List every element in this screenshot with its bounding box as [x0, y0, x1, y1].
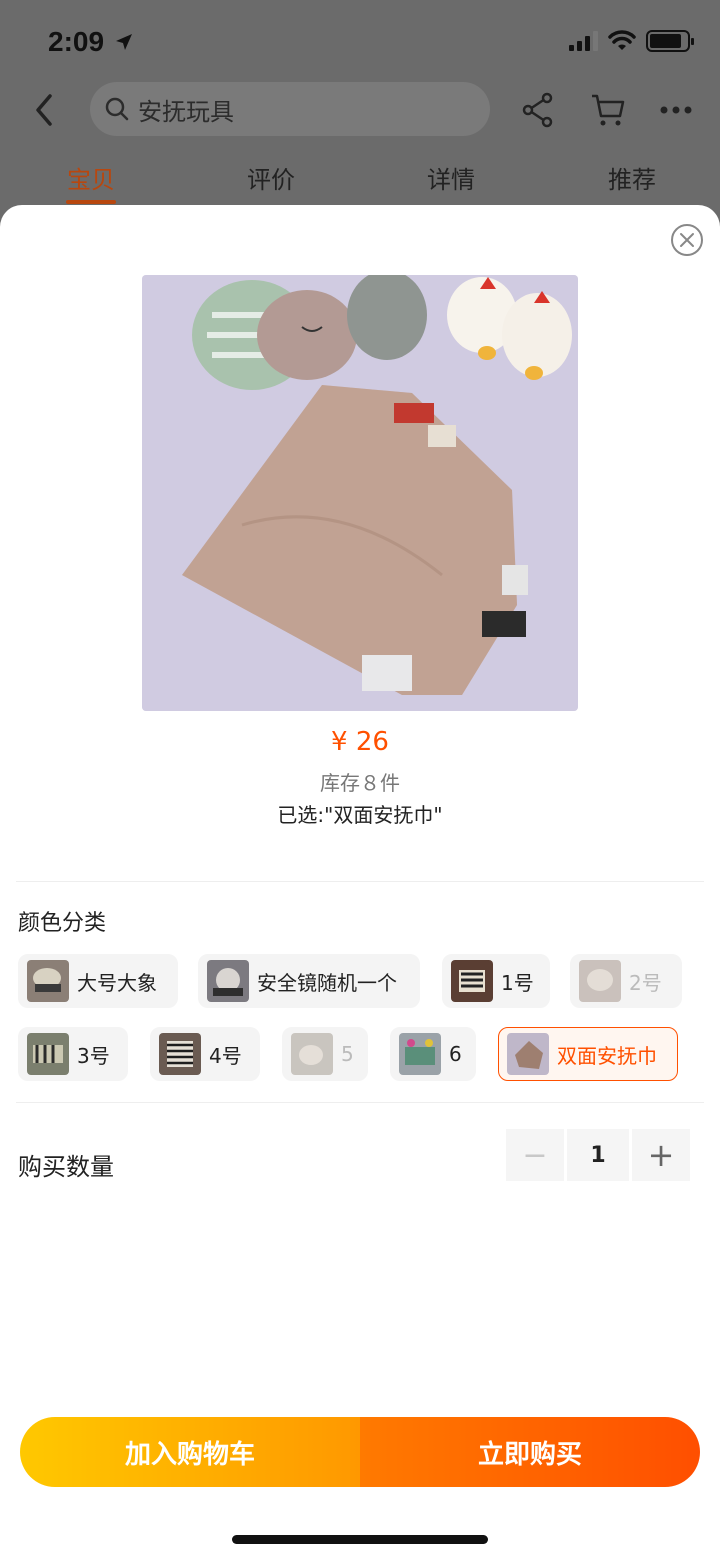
- option-thumbnail: [579, 960, 621, 1002]
- quantity-stepper: − 1 +: [506, 1129, 690, 1181]
- option-label: 双面安抚巾: [557, 1043, 657, 1068]
- active-tab-indicator: [66, 200, 116, 204]
- option-large-elephant[interactable]: 大号大象: [18, 954, 178, 1008]
- option-no5[interactable]: 5: [282, 1027, 368, 1081]
- tab-reviews[interactable]: 评价: [226, 160, 316, 195]
- option-label: 3号: [77, 1043, 110, 1068]
- share-icon[interactable]: [520, 92, 556, 128]
- minus-icon: −: [522, 1137, 548, 1173]
- cellular-signal-icon: [569, 31, 598, 51]
- detail-tabs: 宝贝 评价 详情 推荐: [0, 160, 720, 206]
- option-no1[interactable]: 1号: [442, 954, 550, 1008]
- purchase-bar: 加入购物车 立即购买: [20, 1417, 700, 1487]
- option-label: 大号大象: [77, 970, 157, 995]
- home-indicator: [232, 1535, 488, 1544]
- option-thumbnail: [27, 960, 69, 1002]
- option-thumbnail: [451, 960, 493, 1002]
- option-label: 4号: [209, 1043, 242, 1068]
- cart-icon[interactable]: [590, 92, 626, 128]
- option-label: 2号: [629, 970, 662, 995]
- divider: [16, 1102, 704, 1103]
- option-no3[interactable]: 3号: [18, 1027, 128, 1081]
- option-thumbnail: [507, 1033, 549, 1075]
- add-to-cart-button[interactable]: 加入购物车: [20, 1417, 360, 1487]
- status-time: 2:09: [48, 26, 105, 57]
- option-label: 安全镜随机一个: [257, 970, 397, 995]
- close-icon[interactable]: [670, 223, 704, 257]
- search-icon: [105, 97, 129, 121]
- search-text: 安抚玩具: [138, 97, 234, 126]
- price: ¥ 26: [331, 727, 389, 757]
- back-arrow-icon[interactable]: [26, 90, 66, 130]
- more-icon[interactable]: [658, 92, 694, 128]
- tab-item[interactable]: 宝贝: [46, 160, 136, 195]
- option-safety-mirror[interactable]: 安全镜随机一个: [198, 954, 420, 1008]
- increment-button[interactable]: +: [632, 1129, 690, 1181]
- tab-details[interactable]: 详情: [406, 160, 496, 195]
- tab-recommend[interactable]: 推荐: [587, 160, 677, 195]
- option-thumbnail: [291, 1033, 333, 1075]
- selected-variant: 已选:"双面安抚巾": [277, 803, 443, 827]
- divider: [16, 881, 704, 882]
- option-no4[interactable]: 4号: [150, 1027, 260, 1081]
- option-double-sided-blanket[interactable]: 双面安抚巾: [498, 1027, 678, 1081]
- color-section-title: 颜色分类: [18, 911, 107, 936]
- quantity-label: 购买数量: [18, 1153, 114, 1181]
- battery-icon: [646, 30, 694, 52]
- option-thumbnail: [399, 1033, 441, 1075]
- plus-icon: +: [647, 1136, 675, 1174]
- location-arrow-icon: [116, 34, 132, 50]
- decrement-button[interactable]: −: [506, 1129, 564, 1181]
- wifi-icon: [608, 30, 636, 50]
- option-no2[interactable]: 2号: [570, 954, 682, 1008]
- option-thumbnail: [207, 960, 249, 1002]
- search-box[interactable]: 安抚玩具: [90, 82, 490, 136]
- top-navbar: 安抚玩具: [0, 80, 720, 140]
- buy-now-button[interactable]: 立即购买: [360, 1417, 700, 1487]
- quantity-value[interactable]: 1: [567, 1129, 629, 1181]
- stock-count: 库存８件: [320, 771, 400, 795]
- option-label: 5: [341, 1042, 354, 1066]
- option-thumbnail: [159, 1033, 201, 1075]
- sku-selector-sheet: ¥ 26 库存８件 已选:"双面安抚巾" 颜色分类 大号大象 安全镜随机一个 1…: [0, 205, 720, 1558]
- option-thumbnail: [27, 1033, 69, 1075]
- option-label: 1号: [501, 970, 534, 995]
- option-no6[interactable]: 6: [390, 1027, 476, 1081]
- status-bar: 2:09: [0, 0, 720, 80]
- product-image[interactable]: [142, 275, 578, 711]
- option-label: 6: [449, 1042, 462, 1066]
